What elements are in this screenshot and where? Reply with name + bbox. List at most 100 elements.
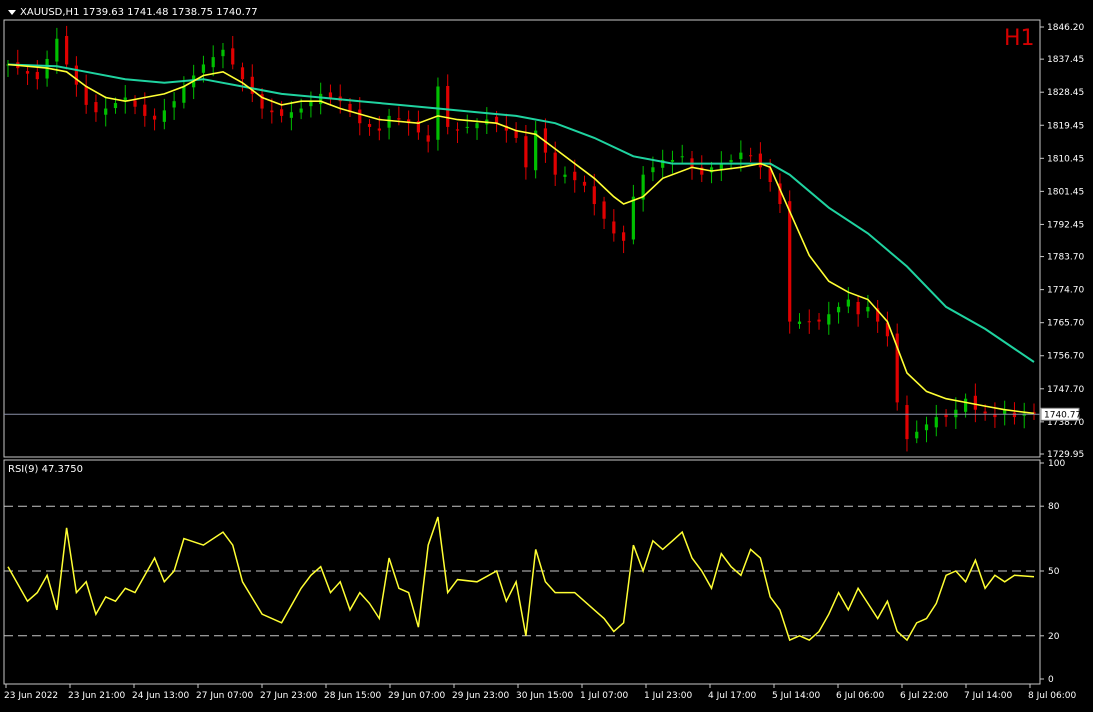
price-tick-label: 1756.70: [1047, 352, 1084, 362]
time-tick-label: 7 Jul 14:00: [964, 691, 1013, 701]
candle-body: [328, 92, 333, 98]
price-tick-label: 1783.70: [1047, 253, 1084, 263]
candle-body: [231, 48, 235, 65]
candle-body: [836, 306, 841, 313]
candle-body: [25, 71, 30, 74]
rsi-tick-label: 50: [1048, 567, 1060, 577]
rsi-tick-label: 0: [1048, 675, 1054, 685]
time-tick-label: 28 Jun 15:00: [324, 691, 381, 701]
time-tick-label: 30 Jun 15:00: [516, 691, 573, 701]
candle-body: [944, 414, 948, 418]
time-tick-label: 6 Jul 06:00: [836, 691, 885, 701]
candle-body: [622, 232, 626, 241]
timeframe-badge: H1: [1004, 26, 1035, 51]
price-tick-label: 1801.45: [1047, 187, 1084, 197]
candle-body: [319, 93, 323, 105]
candle-body: [749, 155, 753, 157]
candle-body: [973, 395, 977, 410]
candle-body: [563, 174, 567, 177]
time-tick-label: 23 Jun 2022: [4, 691, 58, 701]
time-tick-label: 24 Jun 13:00: [132, 691, 189, 701]
time-tick-label: 29 Jun 23:00: [452, 691, 509, 701]
candle-body: [915, 431, 919, 439]
rsi-tick-label: 100: [1048, 459, 1065, 469]
candle-body: [113, 103, 118, 109]
price-tick-label: 1837.45: [1047, 55, 1084, 65]
candle-body: [387, 115, 391, 128]
candle-body: [182, 86, 186, 103]
candle-body: [582, 181, 587, 186]
time-tick-label: 8 Jul 06:00: [1028, 691, 1077, 701]
candle-body: [924, 424, 929, 431]
candle-body: [240, 67, 245, 80]
candle-body: [35, 71, 39, 80]
candle-body: [358, 109, 362, 124]
candle-body: [133, 100, 137, 107]
candle-body: [807, 321, 811, 323]
candle-body: [651, 167, 655, 173]
time-tick-label: 23 Jun 21:00: [68, 691, 125, 701]
rsi-tick-label: 20: [1048, 632, 1060, 642]
candle-body: [524, 136, 528, 168]
candle-body: [65, 35, 69, 65]
current-price-tag: 1740.77: [1040, 407, 1081, 421]
time-tick-label: 29 Jun 07:00: [388, 691, 445, 701]
candle-body: [152, 115, 157, 120]
candle-body: [827, 314, 831, 325]
candle-body: [954, 409, 958, 418]
candle-body: [280, 109, 284, 116]
time-tick-label: 1 Jul 07:00: [580, 691, 629, 701]
chart-window[interactable]: XAUUSD,H1 1739.63 1741.48 1738.75 1740.7…: [0, 0, 1093, 708]
candle-body: [592, 186, 596, 205]
candle-body: [446, 85, 450, 127]
candle-body: [964, 398, 968, 412]
candle-body: [94, 102, 98, 113]
candle-body: [846, 299, 850, 307]
candle-body: [289, 112, 293, 118]
candle-body: [211, 57, 215, 68]
candle-body: [104, 108, 108, 115]
candle-body: [455, 129, 460, 131]
candle-body: [680, 156, 684, 158]
price-tick-label: 1765.70: [1047, 319, 1084, 329]
price-tick-label: 1828.45: [1047, 88, 1084, 98]
candle-body: [367, 124, 372, 127]
rsi-label: RSI(9) 47.3750: [8, 464, 83, 475]
candle-body: [426, 135, 430, 142]
candle-body: [1012, 412, 1017, 418]
price-tick-label: 1819.45: [1047, 121, 1084, 131]
candle-body: [436, 86, 440, 140]
price-tick-label: 1810.45: [1047, 154, 1084, 164]
candle-body: [856, 301, 860, 315]
candle-body: [729, 159, 733, 163]
candle-body: [465, 126, 469, 128]
price-tick-label: 1774.70: [1047, 286, 1084, 296]
time-tick-label: 1 Jul 23:00: [644, 691, 693, 701]
price-tick-label: 1792.45: [1047, 220, 1084, 230]
current-price-label: 1740.77: [1044, 410, 1081, 420]
candle-body: [670, 159, 675, 162]
candle-body: [934, 417, 938, 428]
rsi-tick-label: 80: [1048, 502, 1060, 512]
candle-body: [739, 152, 743, 160]
candle-body: [612, 221, 616, 234]
candle-body: [905, 405, 909, 440]
candle-body: [494, 116, 499, 124]
price-tick-label: 1747.70: [1047, 385, 1084, 395]
candle-body: [55, 38, 59, 62]
candle-body: [817, 319, 821, 322]
time-tick-label: 4 Jul 17:00: [708, 691, 757, 701]
time-tick-label: 27 Jun 23:00: [260, 691, 317, 701]
candle-body: [377, 128, 381, 131]
candle-body: [143, 104, 147, 116]
candle-body: [573, 171, 577, 181]
candle-body: [983, 411, 987, 414]
candle-body: [758, 153, 762, 168]
price-tick-label: 1846.20: [1047, 23, 1084, 33]
candle-body: [201, 64, 206, 73]
candle-body: [397, 118, 401, 120]
candle-body: [797, 321, 802, 324]
candle-body: [162, 110, 166, 122]
candle-body: [475, 123, 479, 129]
candle-body: [788, 201, 792, 322]
